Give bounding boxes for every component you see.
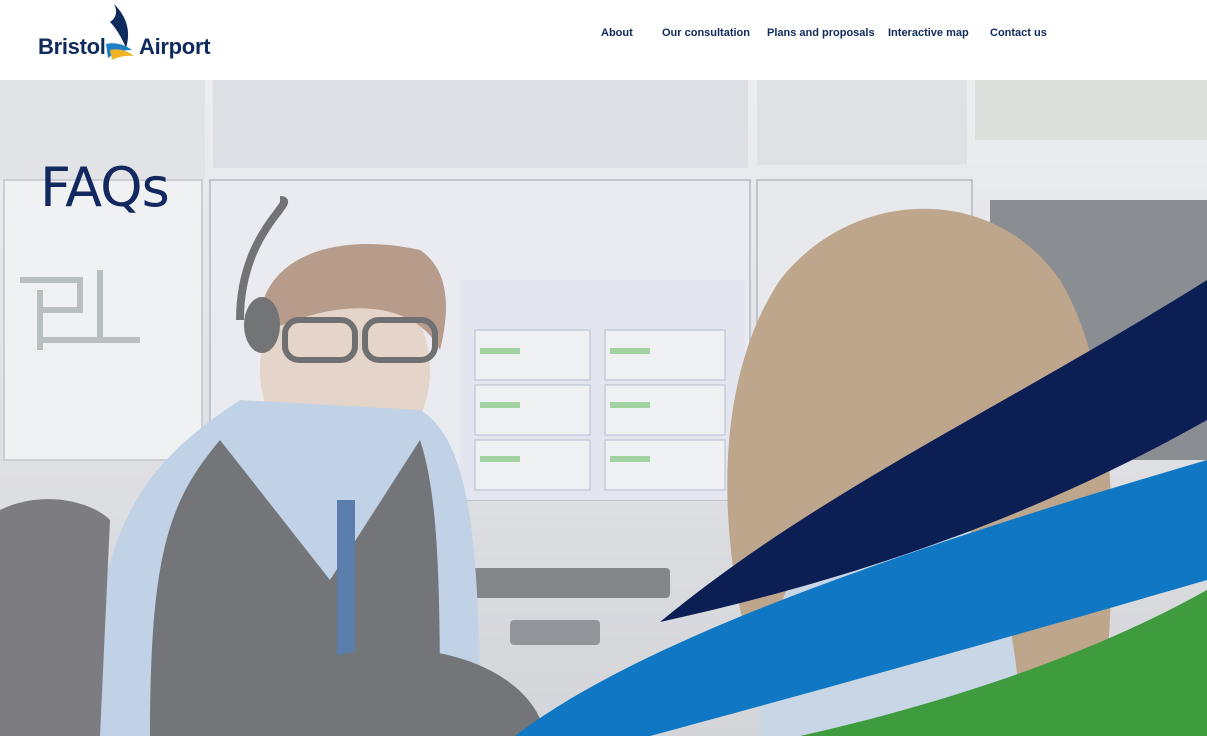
nav-plans-and-proposals[interactable]: Plans and proposals	[767, 27, 875, 39]
nav-interactive-map[interactable]: Interactive map	[888, 27, 969, 39]
hero-banner: FAQs	[0, 80, 1207, 736]
page-title: FAQs	[40, 156, 170, 220]
nav-contact-us[interactable]: Contact us	[990, 27, 1047, 39]
nav-our-consultation[interactable]: Our consultation	[662, 27, 750, 39]
main-nav: About Our consultation Plans and proposa…	[0, 27, 1207, 47]
nav-about[interactable]: About	[601, 27, 633, 39]
site-header: Bristol Airport About Our consultation P…	[0, 0, 1207, 80]
hero-photo	[0, 80, 1207, 736]
